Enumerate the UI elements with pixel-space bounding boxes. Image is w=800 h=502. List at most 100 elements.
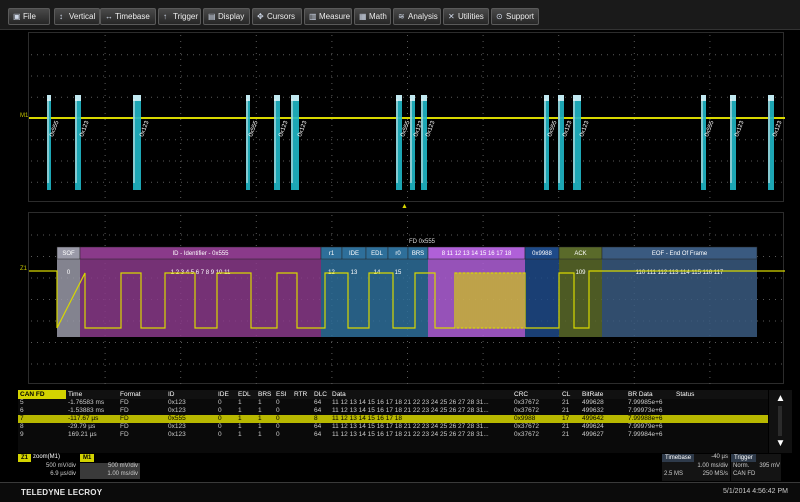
- main-waveform-plot: 0x555 0x123 0x123 0x555 0x123 0x123 0x555 0x123…: [29, 35, 785, 198]
- table-cell: 0: [218, 431, 222, 438]
- field-bit-index: 15: [395, 270, 402, 276]
- z1-tdiv: 6.9 µs/div: [50, 471, 76, 477]
- table-cell: 1: [258, 407, 262, 414]
- table-cell: 7: [18, 415, 66, 423]
- menu-utilities-button[interactable]: ✕ Utilities: [443, 8, 489, 25]
- field-bit-index: 13: [351, 270, 358, 276]
- column-header[interactable]: ESI: [274, 390, 292, 399]
- support-icon: ⊙: [496, 12, 503, 21]
- trigger-descriptor[interactable]: Trigger Norm. 395 mV CAN FD: [731, 454, 781, 481]
- column-header[interactable]: Format: [118, 390, 166, 399]
- frame-field[interactable]: IDE 13: [341, 246, 367, 337]
- can-packet-marker[interactable]: 0x123: [274, 95, 290, 190]
- menu-measure-button[interactable]: ▥ Measure: [304, 8, 352, 25]
- timebase-descriptor[interactable]: Timebase -40 µs 1.00 ms/div 2.5 MS 250 M…: [662, 454, 730, 481]
- field-name: r0: [395, 251, 401, 257]
- table-cell: [674, 407, 768, 415]
- column-header[interactable]: Status: [674, 390, 768, 399]
- graticule: [31, 35, 782, 198]
- table-cell: FD: [120, 423, 129, 430]
- m1-vdiv: 500 mV/div: [107, 463, 138, 469]
- column-header[interactable]: BitRate: [580, 390, 626, 399]
- can-packet-marker[interactable]: 0x123: [421, 95, 437, 190]
- timebase-icon: ↔: [105, 12, 113, 21]
- column-header[interactable]: BRS: [256, 390, 274, 399]
- table-cell: 1: [258, 423, 262, 430]
- table-row[interactable]: 5 -1.76583 ms FD 0x123 0 1 1 0 64 11 12 13 14 15 …: [18, 399, 768, 407]
- m1-descriptor[interactable]: M1 500 mV/div 1.00 ms/div: [80, 454, 140, 481]
- measure-icon: ▥: [309, 12, 317, 21]
- column-header[interactable]: RTR: [292, 390, 312, 399]
- field-name: r1: [329, 251, 335, 257]
- can-packet-marker[interactable]: 0x555: [246, 95, 260, 190]
- can-packet-marker[interactable]: 0x555: [396, 95, 412, 190]
- can-packet-marker[interactable]: 0x123: [75, 95, 91, 190]
- menu-analysis-button[interactable]: ≋ Analysis: [393, 8, 441, 25]
- main-waveform-grid[interactable]: 0x555 0x123 0x123 0x555 0x123 0x123 0x555 0x123…: [28, 32, 785, 202]
- table-row[interactable]: 6 -1.53883 ms FD 0x123 0 1 1 0 64 11 12 13 14 15 …: [18, 407, 768, 415]
- menu-display-button[interactable]: ▤ Display: [203, 8, 250, 25]
- can-packet-marker[interactable]: 0x123: [291, 95, 309, 190]
- column-header[interactable]: CRC: [512, 390, 560, 399]
- table-row[interactable]: 9 169.21 µs FD 0x123 0 1 1 0 64 11 12 13 14 15 16…: [18, 431, 768, 439]
- column-header[interactable]: BR Data: [626, 390, 674, 399]
- menu-support-button[interactable]: ⊙ Support: [491, 8, 539, 25]
- menu-trigger-button[interactable]: ↑ Trigger: [158, 8, 201, 25]
- table-cell: -1.53883 ms: [68, 407, 105, 414]
- table-cell: -117.67 µs: [66, 415, 118, 423]
- table-cell: 1: [258, 399, 262, 406]
- frame-field[interactable]: ID - Identifier - 0x5551 2 3 4 5 6 7 8 9…: [79, 246, 322, 337]
- menu-math-button[interactable]: ▦ Math: [354, 8, 391, 25]
- frame-field[interactable]: ACK 109: [558, 246, 603, 337]
- frame-field[interactable]: SOF0: [56, 246, 81, 337]
- table-cell: 0: [218, 423, 222, 430]
- scroll-up-button[interactable]: ▲: [773, 393, 788, 405]
- column-header[interactable]: DLC: [312, 390, 330, 399]
- can-packet-marker[interactable]: 0x123: [573, 95, 591, 190]
- table-row[interactable]: 8 -29.79 µs FD 0x123 0 1 1 0 64 11 12 13 14 15 16…: [18, 423, 768, 431]
- table-cell: 1: [258, 431, 262, 438]
- menu-timebase-button[interactable]: ↔ Timebase: [100, 8, 156, 25]
- column-header[interactable]: Data: [330, 390, 512, 399]
- can-packet-marker[interactable]: 0x123: [730, 95, 746, 190]
- column-header[interactable]: CAN FD: [18, 390, 66, 399]
- table-cell: FD: [120, 407, 129, 414]
- zoom-waveform-grid[interactable]: FD 0x555 SOF 0 ID - Identifier - 0x555 1 2 3…: [28, 212, 785, 384]
- frame-field[interactable]: BRS: [407, 246, 429, 337]
- can-packet-marker[interactable]: 0x123: [558, 95, 574, 190]
- utilities-icon: ✕: [448, 12, 455, 21]
- z1-descriptor[interactable]: Z1 zoom(M1) 500 mV/div 6.9 µs/div: [18, 454, 76, 481]
- can-packet-marker[interactable]: 0x123: [768, 95, 784, 190]
- table-cell: 1: [238, 407, 242, 414]
- frame-field[interactable]: 0x9988: [524, 246, 560, 337]
- column-header[interactable]: EDL: [236, 390, 256, 399]
- table-cell: 21: [562, 407, 570, 414]
- column-header[interactable]: CL: [560, 390, 580, 399]
- timebase-title: Timebase: [662, 454, 695, 462]
- field-name: ID - Identifier - 0x555: [172, 251, 229, 257]
- scroll-down-button[interactable]: ▼: [773, 438, 788, 450]
- frame-field[interactable]: r112: [320, 246, 343, 337]
- table-cell: [292, 407, 312, 415]
- column-header[interactable]: ID: [166, 390, 216, 399]
- analysis-icon: ≋: [398, 12, 405, 21]
- table-row[interactable]: 7 -117.67 µs FD 0x555 0 1 1 0 8 11 12 13 14 15 16…: [18, 415, 768, 423]
- table-scrollbar[interactable]: ▲ ▼: [769, 390, 792, 453]
- menu-file-button[interactable]: ▣ File: [8, 8, 50, 25]
- folder-icon: ▣: [13, 12, 21, 21]
- menu-vertical-button[interactable]: ↕ Vertical: [54, 8, 100, 25]
- can-packet-marker[interactable]: 0x555: [701, 95, 716, 190]
- can-packet-marker[interactable]: 0x555: [47, 95, 61, 190]
- frame-field[interactable]: EOF - End Of Frame110 111 112 113 114 11…: [601, 246, 758, 337]
- status-bar: TELEDYNE LECROY 5/1/2014 4:56:42 PM: [0, 482, 800, 502]
- can-packet-marker[interactable]: 0x555: [544, 95, 559, 190]
- scroll-track[interactable]: [778, 406, 782, 436]
- column-header[interactable]: IDE: [216, 390, 236, 399]
- menu-cursors-button[interactable]: ✥ Cursors: [252, 8, 302, 25]
- can-packet-marker[interactable]: 0x123: [133, 95, 151, 190]
- frame-field[interactable]: r0 15: [387, 246, 409, 337]
- column-header[interactable]: Time: [66, 390, 118, 399]
- table-cell: 499628: [582, 399, 604, 406]
- m1-trace-label: M1: [20, 113, 29, 119]
- timebase-offset: -40 µs: [711, 454, 728, 460]
